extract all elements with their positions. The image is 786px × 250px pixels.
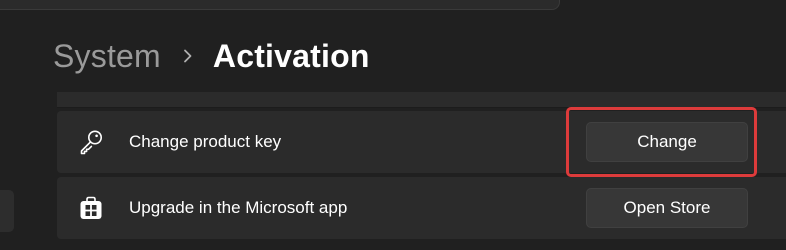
setting-label: Upgrade in the Microsoft app xyxy=(129,198,348,217)
chevron-right-icon xyxy=(183,49,193,63)
key-icon xyxy=(77,128,105,156)
store-icon xyxy=(77,194,105,222)
settings-card-partial xyxy=(57,92,786,108)
page-title: Activation xyxy=(212,37,370,74)
setting-upgrade-microsoft-app: Upgrade in the Microsoft app Open Store xyxy=(57,177,786,239)
breadcrumb-parent[interactable]: System xyxy=(53,38,161,75)
breadcrumb: System Activation xyxy=(53,33,370,79)
highlight-annotation xyxy=(566,107,757,177)
nav-item[interactable] xyxy=(0,190,14,232)
search-box[interactable] xyxy=(0,0,560,10)
setting-label: Change product key xyxy=(129,132,282,151)
open-store-button[interactable]: Open Store xyxy=(586,188,748,228)
